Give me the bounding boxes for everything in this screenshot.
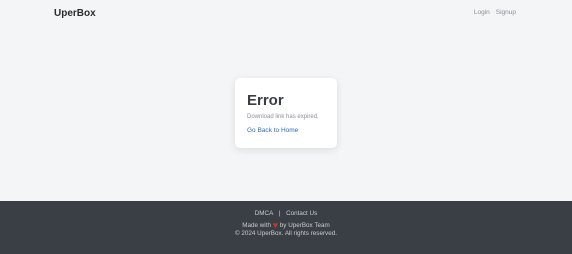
go-home-link[interactable]: Go Back to Home bbox=[247, 127, 298, 134]
error-title: Error bbox=[247, 92, 284, 109]
made-with-line: Made with ♥ by UperBox Team bbox=[0, 220, 572, 230]
site-footer: DMCA | Contact Us Made with ♥ by UperBox… bbox=[0, 201, 572, 254]
footer-links: DMCA | Contact Us bbox=[0, 210, 572, 217]
footer-separator: | bbox=[278, 210, 281, 217]
signup-link[interactable]: Signup bbox=[496, 9, 516, 16]
error-card: Error Download link has expired. Go Back… bbox=[235, 78, 337, 148]
header-nav: Login Signup bbox=[474, 9, 516, 16]
dmca-link[interactable]: DMCA bbox=[255, 210, 273, 217]
heart-icon: ♥ bbox=[272, 220, 279, 230]
contact-link[interactable]: Contact Us bbox=[286, 210, 317, 217]
logo[interactable]: UperBox bbox=[54, 8, 96, 19]
error-message: Download link has expired. bbox=[247, 114, 319, 120]
copyright: © 2024 UperBox. All rights reserved. bbox=[235, 230, 337, 237]
made-with-prefix: Made with bbox=[242, 222, 271, 229]
made-with-suffix: by UperBox Team bbox=[279, 222, 330, 229]
site-header: UperBox Login Signup bbox=[0, 0, 572, 28]
login-link[interactable]: Login bbox=[474, 9, 490, 16]
